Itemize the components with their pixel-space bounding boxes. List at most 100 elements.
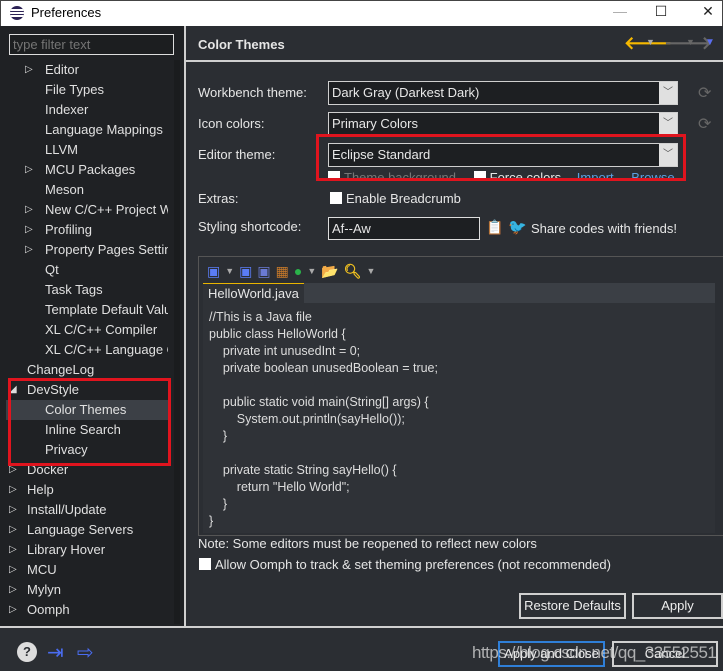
chevron-down-icon: ﹀ <box>659 82 677 104</box>
tree-item[interactable]: XL C/C++ Language Options <box>6 340 168 360</box>
tree-item-label: New C/C++ Project Wizard <box>45 202 168 217</box>
workbench-theme-label: Workbench theme: <box>198 85 307 100</box>
dropdown-icon[interactable]: ▼ <box>366 266 375 276</box>
tree-scrollbar[interactable] <box>174 60 180 624</box>
tree-item[interactable]: Qt <box>6 260 168 280</box>
save-icon[interactable]: ▣ <box>239 263 252 280</box>
dropdown-icon[interactable]: ▼ <box>307 266 316 276</box>
tree-item[interactable]: File Types <box>6 80 168 100</box>
tree-item[interactable]: ▷ Profiling <box>6 220 168 240</box>
minimize-button[interactable]: — <box>605 3 635 23</box>
shortcode-input[interactable]: Af--Aw <box>328 217 480 240</box>
highlight-box <box>8 378 171 466</box>
collapsed-arrow-icon[interactable]: ▷ <box>25 220 33 240</box>
refresh-icon[interactable]: ⟳ <box>698 114 711 134</box>
collapsed-arrow-icon[interactable]: ▷ <box>25 160 33 180</box>
workbench-theme-value: Dark Gray (Darkest Dark) <box>332 85 480 100</box>
tree-item[interactable]: ▷ Library Hover <box>6 540 168 560</box>
open-type-icon[interactable]: 📂 <box>321 263 338 280</box>
dialog-footer: ? ⇥ ⇨ Apply and Close Cancel https://blo… <box>0 626 723 671</box>
export-icon[interactable]: ⇨ <box>77 640 94 665</box>
close-button[interactable]: ✕ <box>693 3 723 23</box>
save-all-icon[interactable]: ▣ <box>257 263 270 280</box>
tree-item-label: Oomph <box>27 602 70 617</box>
tree-item[interactable]: ▷ Help <box>6 480 168 500</box>
tree-item-label: XL C/C++ Language Options <box>45 342 168 357</box>
collapsed-arrow-icon[interactable]: ▷ <box>9 600 17 620</box>
tree-item-label: Meson <box>45 182 85 197</box>
twitter-icon[interactable]: 🐦 <box>508 218 527 236</box>
tree-item-label: Help <box>27 482 54 497</box>
tree-item-label: Template Default Values <box>45 302 168 317</box>
collapsed-arrow-icon[interactable]: ▷ <box>9 480 17 500</box>
tree-item[interactable]: ▷ Editor <box>6 60 168 80</box>
new-class-icon[interactable]: ● <box>294 263 302 279</box>
highlight-box <box>316 134 686 181</box>
collapsed-arrow-icon[interactable]: ▷ <box>9 500 17 520</box>
page-header: Color Themes 🡐 ▼ 🡒 ▼ ▼ <box>186 26 723 62</box>
collapsed-arrow-icon[interactable]: ▷ <box>9 560 17 580</box>
page-title: Color Themes <box>198 37 285 52</box>
tree-item[interactable]: LLVM <box>6 140 168 160</box>
icon-colors-select[interactable]: Primary Colors ﹀ <box>328 112 678 136</box>
forward-dropdown-icon[interactable]: ▼ <box>686 37 695 47</box>
refresh-icon[interactable]: ⟳ <box>698 83 711 103</box>
apply-button[interactable]: Apply <box>632 593 723 619</box>
oomph-checkbox[interactable]: Allow Oomph to track & set theming prefe… <box>199 557 611 572</box>
tree-item-label: File Types <box>45 82 105 97</box>
workbench-theme-select[interactable]: Dark Gray (Darkest Dark) ﹀ <box>328 81 678 105</box>
styling-shortcode-label: Styling shortcode: <box>198 219 302 234</box>
dropdown-icon[interactable]: ▼ <box>225 266 234 276</box>
tree-item[interactable]: ▷ MCU Packages <box>6 160 168 180</box>
tree-item-label: Indexer <box>45 102 89 117</box>
back-dropdown-icon[interactable]: ▼ <box>646 37 655 47</box>
tree-item-label: ChangeLog <box>27 362 95 377</box>
new-package-icon[interactable]: ▦ <box>276 263 289 280</box>
tree-item-label: MCU <box>27 562 57 577</box>
enable-breadcrumb-checkbox[interactable]: Enable Breadcrumb <box>330 191 461 206</box>
collapsed-arrow-icon[interactable]: ▷ <box>25 60 33 80</box>
clipboard-icon[interactable]: 📋 <box>486 219 503 236</box>
collapsed-arrow-icon[interactable]: ▷ <box>9 580 17 600</box>
filter-input[interactable] <box>9 34 174 55</box>
import-icon[interactable]: ⇥ <box>47 640 64 665</box>
window-title: Preferences <box>31 5 102 20</box>
tree-item[interactable]: ▷ New C/C++ Project Wizard <box>6 200 168 220</box>
tree-item[interactable]: Indexer <box>6 100 168 120</box>
view-menu-icon[interactable]: ▼ <box>705 37 715 48</box>
collapsed-arrow-icon[interactable]: ▷ <box>9 520 17 540</box>
new-file-icon[interactable]: ▣ <box>207 263 220 280</box>
tree-item[interactable]: Task Tags <box>6 280 168 300</box>
help-icon[interactable]: ? <box>17 642 37 662</box>
icon-colors-value: Primary Colors <box>332 116 418 131</box>
restore-defaults-button[interactable]: Restore Defaults <box>519 593 626 619</box>
chevron-down-icon: ﹀ <box>659 113 677 135</box>
editor-preview: ▣ ▼ ▣ ▣ ▦ ● ▼ 📂 🔍︎ ▼ HelloWorld.java //This… <box>198 256 723 536</box>
tree-item[interactable]: ▷ Install/Update <box>6 500 168 520</box>
tree-item[interactable]: Meson <box>6 180 168 200</box>
collapsed-arrow-icon[interactable]: ▷ <box>25 240 33 260</box>
tab-helloworld[interactable]: HelloWorld.java <box>203 283 304 303</box>
tree-item[interactable]: ▷ Mylyn <box>6 580 168 600</box>
tree-item-label: Library Hover <box>27 542 106 557</box>
tree-item[interactable]: ▷ Property Pages Settings <box>6 240 168 260</box>
tree-item[interactable]: XL C/C++ Compiler <box>6 320 168 340</box>
maximize-button[interactable]: ☐ <box>646 3 676 23</box>
tree-item-label: Editor <box>45 62 79 77</box>
watermark: https://blog.csdn.net/qq_33552551 <box>472 643 717 662</box>
icon-colors-label: Icon colors: <box>198 116 265 131</box>
share-link[interactable]: Share codes with friends! <box>531 221 677 236</box>
tree-item-label: Task Tags <box>45 282 103 297</box>
tree-item[interactable]: ChangeLog <box>6 360 168 380</box>
search-icon[interactable]: 🔍︎ <box>344 263 362 280</box>
tree-item[interactable]: ▷ Oomph <box>6 600 168 620</box>
title-bar: Preferences — ☐ ✕ <box>0 0 723 26</box>
collapsed-arrow-icon[interactable]: ▷ <box>9 540 17 560</box>
tree-item[interactable]: ▷ MCU <box>6 560 168 580</box>
tree-item[interactable]: Language Mappings <box>6 120 168 140</box>
tree-item-label: MCU Packages <box>45 162 136 177</box>
collapsed-arrow-icon[interactable]: ▷ <box>25 200 33 220</box>
main-panel: Color Themes 🡐 ▼ 🡒 ▼ ▼ Workbench theme: … <box>186 26 723 626</box>
tree-item[interactable]: Template Default Values <box>6 300 168 320</box>
tree-item[interactable]: ▷ Language Servers <box>6 520 168 540</box>
